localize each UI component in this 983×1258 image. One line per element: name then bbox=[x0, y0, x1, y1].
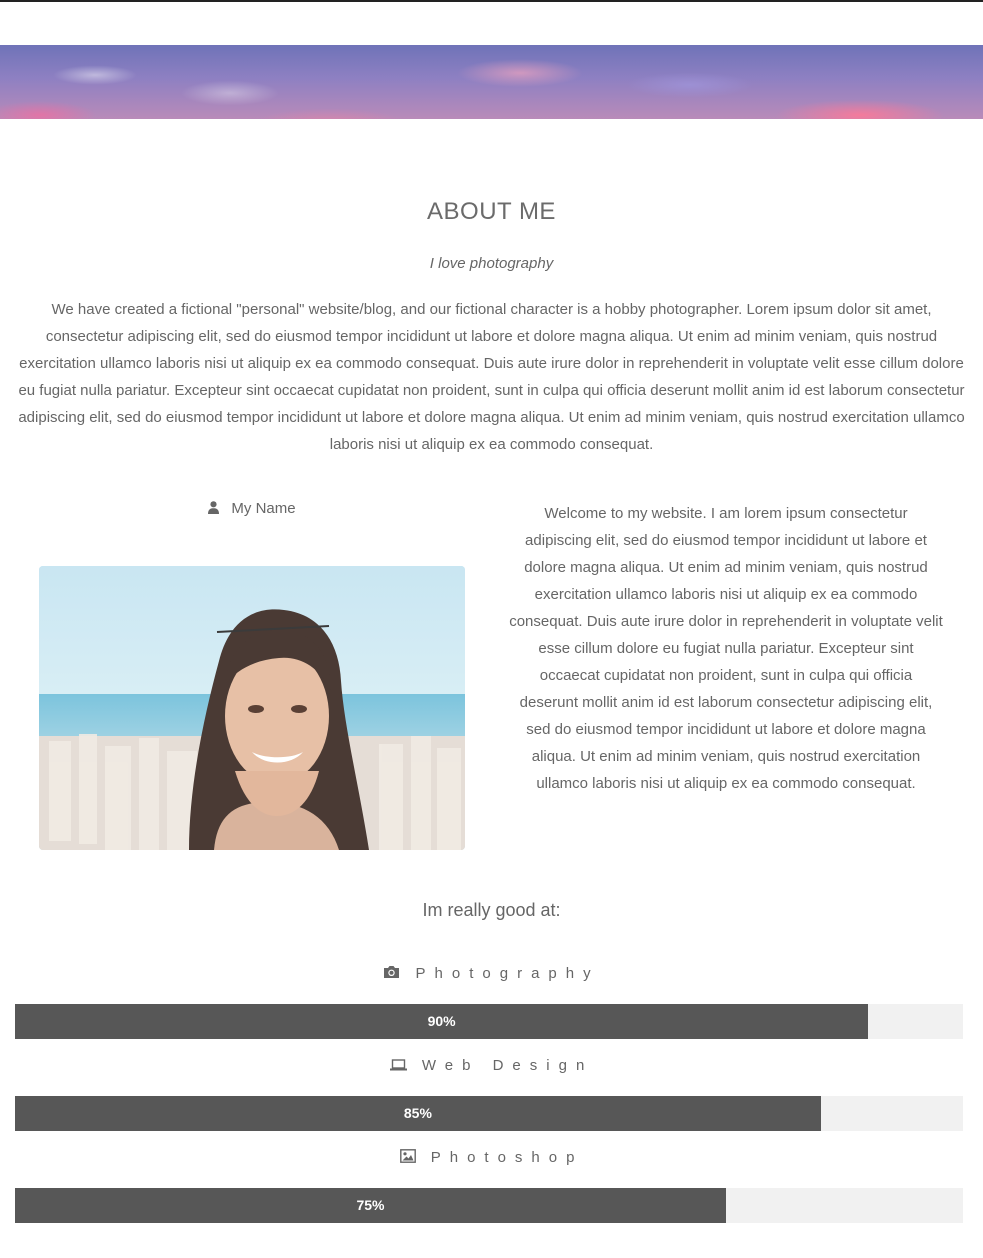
welcome-paragraph: Welcome to my website. I am lorem ipsum … bbox=[509, 505, 943, 792]
skill-name: Photoshop bbox=[430, 1149, 584, 1166]
skill-progress-track-photography: 90% bbox=[15, 1004, 963, 1039]
skill-progress-track-photoshop: 75% bbox=[15, 1188, 963, 1223]
skill-label-web-design: Web Design bbox=[0, 1057, 983, 1075]
intro-paragraph: We have created a fictional "personal" w… bbox=[18, 301, 965, 453]
skill-name: Photography bbox=[415, 965, 600, 982]
top-border bbox=[0, 0, 983, 2]
skills-heading: Im really good at: bbox=[422, 900, 561, 920]
skill-label-photography: Photography bbox=[0, 965, 983, 983]
image-icon bbox=[399, 1149, 416, 1167]
skill-name: Web Design bbox=[421, 1057, 594, 1074]
camera-icon bbox=[383, 965, 400, 983]
skill-progress-track-web-design: 85% bbox=[15, 1096, 963, 1131]
laptop-icon bbox=[389, 1058, 407, 1075]
user-icon bbox=[208, 500, 220, 518]
profile-name: My Name bbox=[231, 500, 296, 517]
skill-progress-bar: 90% bbox=[15, 1004, 869, 1039]
skill-label-photoshop: Photoshop bbox=[0, 1149, 983, 1167]
skill-progress-bar: 75% bbox=[15, 1188, 726, 1223]
profile-name-row: My Name bbox=[39, 500, 465, 518]
header-banner-image bbox=[0, 45, 983, 119]
skill-progress-bar: 85% bbox=[15, 1096, 821, 1131]
page-subtitle: I love photography bbox=[429, 255, 554, 272]
profile-photo bbox=[39, 566, 465, 850]
page-title: ABOUT ME bbox=[427, 198, 556, 225]
